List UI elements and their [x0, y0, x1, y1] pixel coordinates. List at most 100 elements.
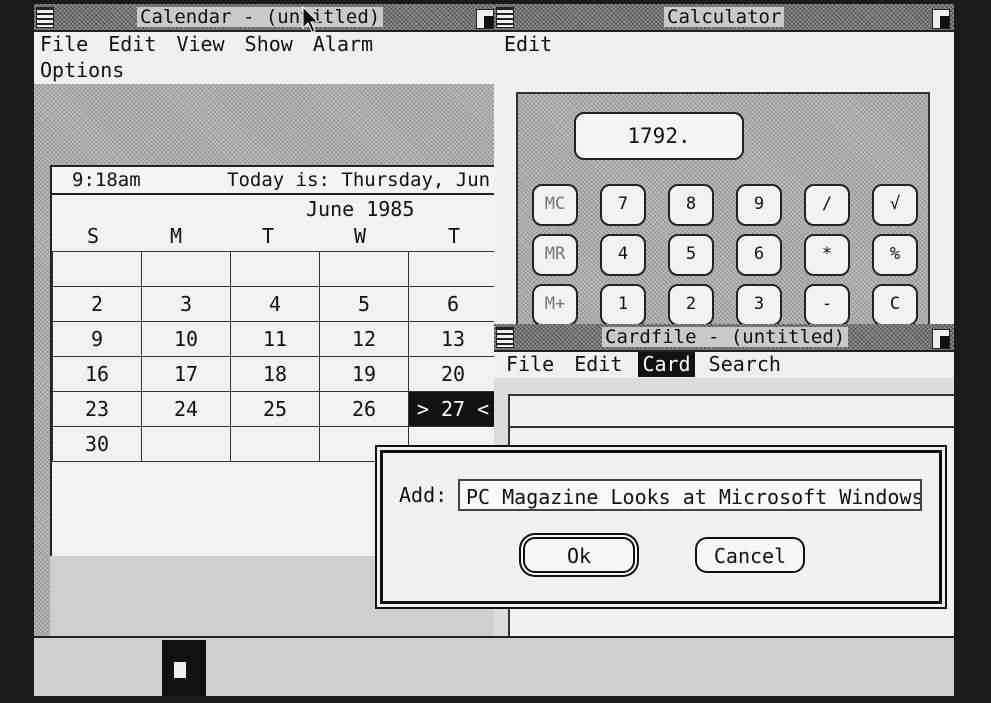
calc-key[interactable]: 3: [736, 284, 782, 324]
system-menu-icon[interactable]: [36, 7, 54, 28]
calc-key[interactable]: C: [872, 284, 918, 324]
month-grid: 2 3 4 5 6 9 10 11 12 13 16 17 18 19 20 23 24 25 26 > 27 <30: [52, 251, 498, 462]
calc-key[interactable]: 1: [600, 284, 646, 324]
today-text: Today is: Thursday, Jun: [227, 169, 491, 191]
cancel-button[interactable]: Cancel: [695, 537, 805, 573]
system-menu-icon[interactable]: [496, 327, 514, 348]
calc-key[interactable]: %: [872, 234, 918, 276]
calendar-day-cell[interactable]: 13: [408, 321, 498, 357]
calendar-day-cell[interactable]: [141, 251, 231, 287]
calendar-day-cell[interactable]: 2: [52, 286, 142, 322]
calendar-day-cell[interactable]: 30: [52, 426, 142, 462]
cardfile-titlebar[interactable]: Cardfile - (untitled): [494, 324, 954, 352]
calendar-day-cell[interactable]: 3: [141, 286, 231, 322]
card-index-line: [510, 426, 954, 428]
app-icon[interactable]: [162, 640, 206, 696]
calculator-body: 1792. MC 7 8 9 / √ MR 4 5 6 *% M+ 1 2 3- C: [516, 92, 930, 324]
ok-button[interactable]: Ok: [523, 537, 635, 573]
menu-file[interactable]: File: [506, 352, 554, 377]
calendar-week-row: 16 17 18 19 20: [52, 356, 498, 392]
calendar-day-cell[interactable]: 19: [319, 356, 409, 392]
menu-edit[interactable]: Edit: [504, 32, 552, 57]
calculator-display: 1792.: [574, 112, 744, 160]
calendar-day-cell[interactable]: 9: [52, 321, 142, 357]
calendar-day-cell[interactable]: 18: [230, 356, 320, 392]
desktop: Calendar - (untitled) File Edit View Sho…: [34, 4, 954, 696]
calc-key[interactable]: 4: [600, 234, 646, 276]
calculator-title: Calculator: [664, 7, 785, 27]
calendar-day-cell[interactable]: 24: [141, 391, 231, 427]
icon-area: [34, 636, 954, 696]
calc-key[interactable]: *: [804, 234, 850, 276]
calendar-day-cell[interactable]: 10: [141, 321, 231, 357]
calendar-day-cell[interactable]: 17: [141, 356, 231, 392]
system-menu-icon[interactable]: [496, 7, 514, 28]
calc-key[interactable]: 7: [600, 184, 646, 226]
menu-file[interactable]: File: [40, 32, 88, 57]
resize-icon[interactable]: [476, 9, 494, 29]
calendar-day-cell[interactable]: 20: [408, 356, 498, 392]
calc-key[interactable]: 2: [668, 284, 714, 324]
calendar-day-cell[interactable]: 16: [52, 356, 142, 392]
calendar-day-cell[interactable]: 6: [408, 286, 498, 322]
add-label: Add:: [399, 483, 448, 507]
calendar-header: 9:18am Today is: Thursday, Jun: [52, 167, 498, 195]
calculator-titlebar[interactable]: Calculator: [494, 4, 954, 32]
calc-key[interactable]: 9: [736, 184, 782, 226]
calendar-menubar: File Edit View Show Alarm: [34, 32, 498, 58]
mouse-pointer-icon: [302, 6, 320, 33]
calendar-day-cell[interactable]: [408, 251, 498, 287]
current-time: 9:18am: [72, 169, 141, 191]
weekday-thu: T: [448, 224, 461, 248]
calc-key[interactable]: MR: [532, 234, 578, 276]
cardfile-menubar: File Edit Card Search: [494, 352, 954, 378]
menu-edit[interactable]: Edit: [574, 352, 622, 377]
calc-key[interactable]: M+: [532, 284, 578, 324]
calculator-window: Calculator Edit 1792. MC 7 8 9 / √ MR 4 5 6 *% M+ 1 2…: [494, 4, 954, 324]
calendar-week-row: 23 24 25 26 > 27 <: [52, 391, 498, 427]
calc-key[interactable]: /: [804, 184, 850, 226]
calendar-day-cell[interactable]: 12: [319, 321, 409, 357]
menu-card[interactable]: Card: [638, 352, 695, 377]
calendar-title: Calendar - (untitled): [137, 7, 384, 27]
calendar-week-row: [52, 251, 498, 287]
calc-key[interactable]: 5: [668, 234, 714, 276]
calc-key[interactable]: 8: [668, 184, 714, 226]
calendar-week-row: 23456: [52, 286, 498, 322]
disk-icon: [174, 662, 186, 678]
calendar-day-cell[interactable]: 26: [319, 391, 409, 427]
calculator-menubar: Edit: [494, 32, 954, 58]
calendar-titlebar[interactable]: Calendar - (untitled): [34, 4, 498, 32]
menu-view[interactable]: View: [176, 32, 224, 57]
menu-options[interactable]: Options: [40, 58, 124, 83]
menu-show[interactable]: Show: [245, 32, 293, 57]
calendar-day-cell[interactable]: 23: [52, 391, 142, 427]
calc-key[interactable]: -: [804, 284, 850, 324]
resize-icon[interactable]: [932, 329, 950, 349]
menu-alarm[interactable]: Alarm: [313, 32, 373, 57]
add-dialog: Add: PC Magazine Looks at Microsoft Wind…: [380, 450, 942, 604]
calendar-day-cell[interactable]: [141, 426, 231, 462]
calendar-day-cell[interactable]: 5: [319, 286, 409, 322]
weekday-sun: S: [87, 224, 100, 248]
calc-key[interactable]: √: [872, 184, 918, 226]
calendar-day-cell[interactable]: 11: [230, 321, 320, 357]
calendar-day-cell[interactable]: [319, 251, 409, 287]
add-text-field[interactable]: PC Magazine Looks at Microsoft Windows: [458, 479, 922, 511]
resize-icon[interactable]: [932, 9, 950, 29]
menu-edit[interactable]: Edit: [108, 32, 156, 57]
calc-key[interactable]: 6: [736, 234, 782, 276]
calendar-day-cell[interactable]: > 27 <: [408, 391, 498, 427]
calc-key[interactable]: MC: [532, 184, 578, 226]
calendar-day-cell[interactable]: [230, 426, 320, 462]
calendar-day-cell[interactable]: 25: [230, 391, 320, 427]
calendar-day-cell[interactable]: [52, 251, 142, 287]
calendar-menubar-row2: Options: [34, 58, 498, 84]
calendar-day-cell[interactable]: 4: [230, 286, 320, 322]
menu-search[interactable]: Search: [709, 352, 781, 377]
weekday-tue: T: [262, 224, 275, 248]
calendar-week-row: 9 10 11 12 13: [52, 321, 498, 357]
cardfile-title: Cardfile - (untitled): [602, 327, 849, 347]
calendar-day-cell[interactable]: [230, 251, 320, 287]
weekday-wed: W: [354, 224, 367, 248]
